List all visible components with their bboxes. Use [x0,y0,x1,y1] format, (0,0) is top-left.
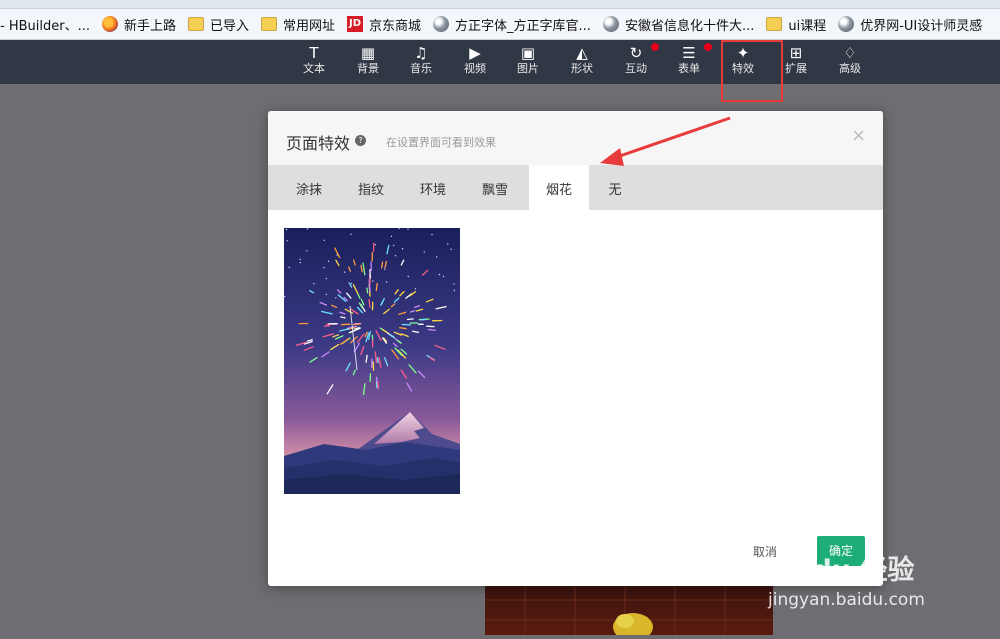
baidu-watermark: Bai du 经验 jingyan.baidu.com [755,548,995,628]
annotation-arrow [0,0,1000,635]
watermark-url: jingyan.baidu.com [768,590,925,610]
watermark-brand: Bai du 经验 [755,548,914,587]
